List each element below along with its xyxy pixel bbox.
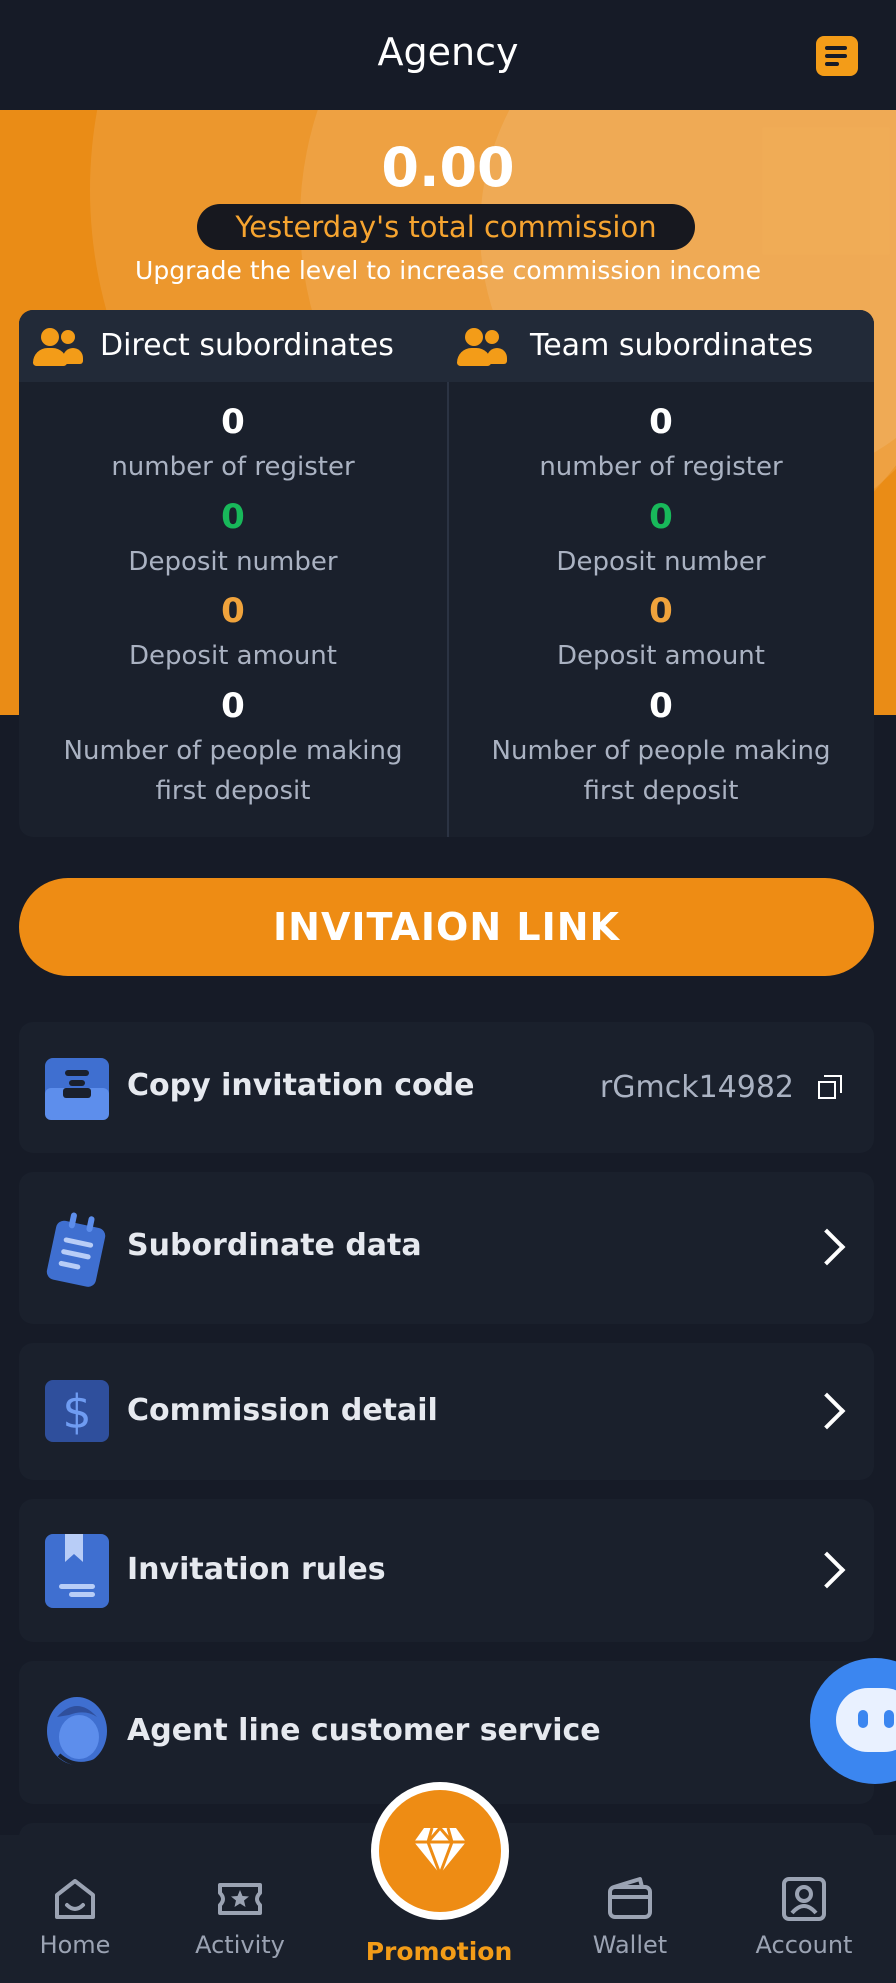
team-icon [457,326,507,368]
rulebook-icon [45,1534,109,1608]
inbox-icon [45,1058,109,1120]
direct-subordinates-title: Direct subordinates [100,328,394,363]
tab-wallet-label: Wallet [592,1931,668,1959]
app-header: Agency [0,0,896,110]
wallet-icon [608,1877,652,1919]
tab-promotion-label: Promotion [365,1937,513,1966]
invitation-rules-row[interactable]: Invitation rules [19,1499,874,1642]
direct-first-deposit-value: 0 [221,686,245,726]
team-deposit-number-label: Deposit number [556,547,766,577]
copy-invitation-code-row[interactable]: Copy invitation code rGmck14982 [19,1022,874,1153]
tab-wallet[interactable]: Wallet [555,1835,705,1983]
direct-deposit-amount-label: Deposit amount [129,641,337,671]
subordinate-data-label: Subordinate data [127,1228,422,1263]
direct-first-deposit-label: Number of people making [63,736,403,766]
notes-icon[interactable] [816,36,858,76]
tab-home-label: Home [39,1931,111,1959]
team-first-deposit-label: Number of people making [491,736,831,766]
ticket-star-icon [218,1883,262,1915]
commission-pill: Yesterday's total commission [197,204,695,250]
subordinate-data-row[interactable]: Subordinate data [19,1172,874,1324]
team-register-label: number of register [539,452,783,482]
commission-detail-label: Commission detail [127,1393,438,1428]
team-first-deposit-value: 0 [649,686,673,726]
dollar-icon: $ [45,1380,109,1442]
tab-activity[interactable]: Activity [165,1835,315,1983]
team-deposit-number-value: 0 [649,497,673,537]
commission-detail-row[interactable]: $ Commission detail [19,1343,874,1480]
team-subordinates-title: Team subordinates [530,328,814,363]
copy-invitation-code-label: Copy invitation code [127,1068,475,1103]
team-deposit-amount-label: Deposit amount [557,641,765,671]
invitation-rules-label: Invitation rules [127,1552,386,1587]
home-icon [55,1879,95,1919]
upgrade-hint: Upgrade the level to increase commission… [135,256,761,285]
chat-face-icon [836,1688,896,1752]
chevron-right-icon [808,1228,846,1266]
invitation-link-button[interactable]: INVITAION LINK [19,878,874,976]
account-icon [782,1877,826,1921]
invitation-code-value: rGmck14982 [599,1070,794,1105]
copy-icon[interactable] [818,1075,842,1099]
people-icon [33,326,83,368]
team-register-value: 0 [649,402,673,442]
direct-first-deposit-label-line2: first deposit [155,776,311,806]
team-first-deposit-label-line2: first deposit [583,776,739,806]
chevron-right-icon [808,1551,846,1589]
direct-register-value: 0 [221,402,245,442]
direct-deposit-amount-value: 0 [221,591,245,631]
tab-activity-label: Activity [195,1931,285,1959]
page-title: Agency [377,30,519,74]
direct-deposit-number-value: 0 [221,497,245,537]
team-deposit-amount-value: 0 [649,591,673,631]
chevron-right-icon [808,1392,846,1430]
tab-account[interactable]: Account [729,1835,879,1983]
direct-register-label: number of register [111,452,355,482]
subordinates-stats-card: Direct subordinates Team subordinates 0 … [19,310,874,837]
tab-account-label: Account [755,1931,853,1959]
agent-customer-service-label: Agent line customer service [127,1713,601,1748]
tab-home[interactable]: Home [0,1835,150,1983]
customer-service-icon [47,1697,107,1766]
commission-amount: 0.00 [381,136,515,199]
diamond-icon [414,1826,466,1875]
notepad-icon [46,1212,106,1287]
tab-promotion[interactable] [371,1782,509,1920]
svg-text:$: $ [62,1385,91,1439]
stats-header: Direct subordinates Team subordinates [19,310,874,382]
direct-deposit-number-label: Deposit number [128,547,338,577]
